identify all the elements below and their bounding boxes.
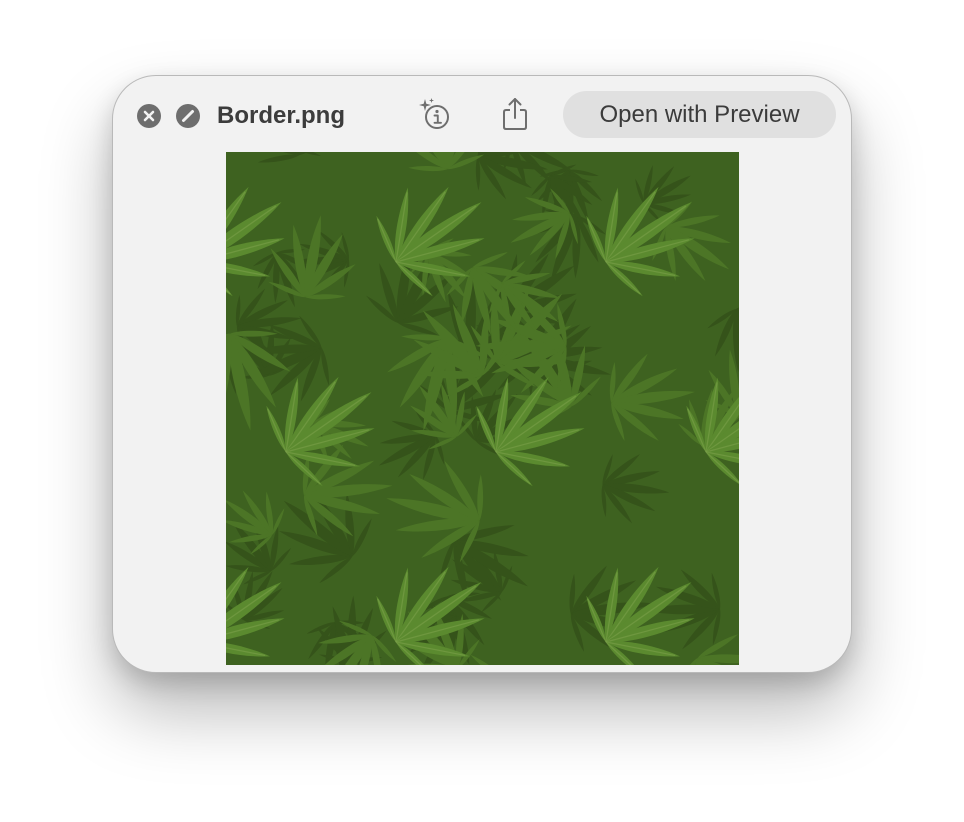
titlebar: Border.png Open with Preview	[113, 76, 851, 152]
file-title: Border.png	[217, 102, 346, 129]
fullscreen-slash-icon	[176, 104, 200, 128]
open-with-preview-button[interactable]: Open with Preview	[563, 91, 836, 138]
share-icon	[501, 96, 529, 132]
fullscreen-button[interactable]	[176, 104, 200, 128]
close-x-icon	[137, 104, 161, 128]
markup-info-button[interactable]	[416, 96, 452, 132]
sparkle-info-icon	[416, 96, 452, 132]
share-button[interactable]	[501, 96, 529, 132]
close-button[interactable]	[137, 104, 161, 128]
quick-look-window: Border.png Open with Preview	[112, 75, 852, 673]
preview-image	[226, 152, 739, 665]
